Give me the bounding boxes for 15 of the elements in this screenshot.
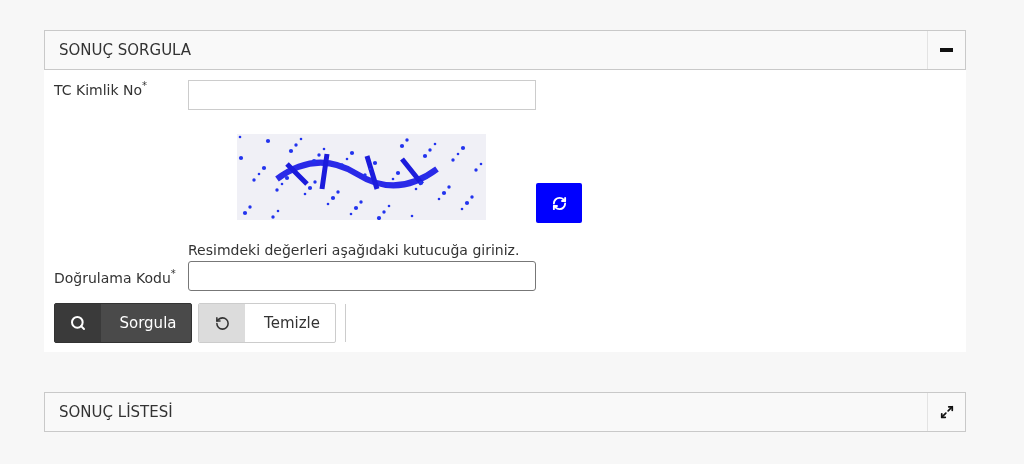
panel-title: SONUÇ LİSTESİ xyxy=(58,403,173,421)
search-button[interactable]: Sorgula xyxy=(54,303,192,343)
refresh-icon xyxy=(551,195,567,211)
clear-button[interactable]: Temizle xyxy=(198,303,336,343)
minus-icon xyxy=(940,48,953,52)
undo-icon xyxy=(214,315,230,331)
search-icon xyxy=(70,315,86,331)
input-field[interactable] xyxy=(188,80,536,110)
expand-icon xyxy=(939,405,954,419)
field-label: Doğrulama Kodu$^{*}$ xyxy=(54,268,177,288)
panel-title: SONUÇ SORGULA xyxy=(58,41,192,59)
refresh-button[interactable] xyxy=(536,183,582,223)
hint-text: Resimdeki değerleri aşağıdaki kutucuğa giriniz. xyxy=(188,242,521,258)
field-label: TC Kimlik No$^{*}$ xyxy=(54,80,149,98)
input-field[interactable] xyxy=(188,261,536,291)
